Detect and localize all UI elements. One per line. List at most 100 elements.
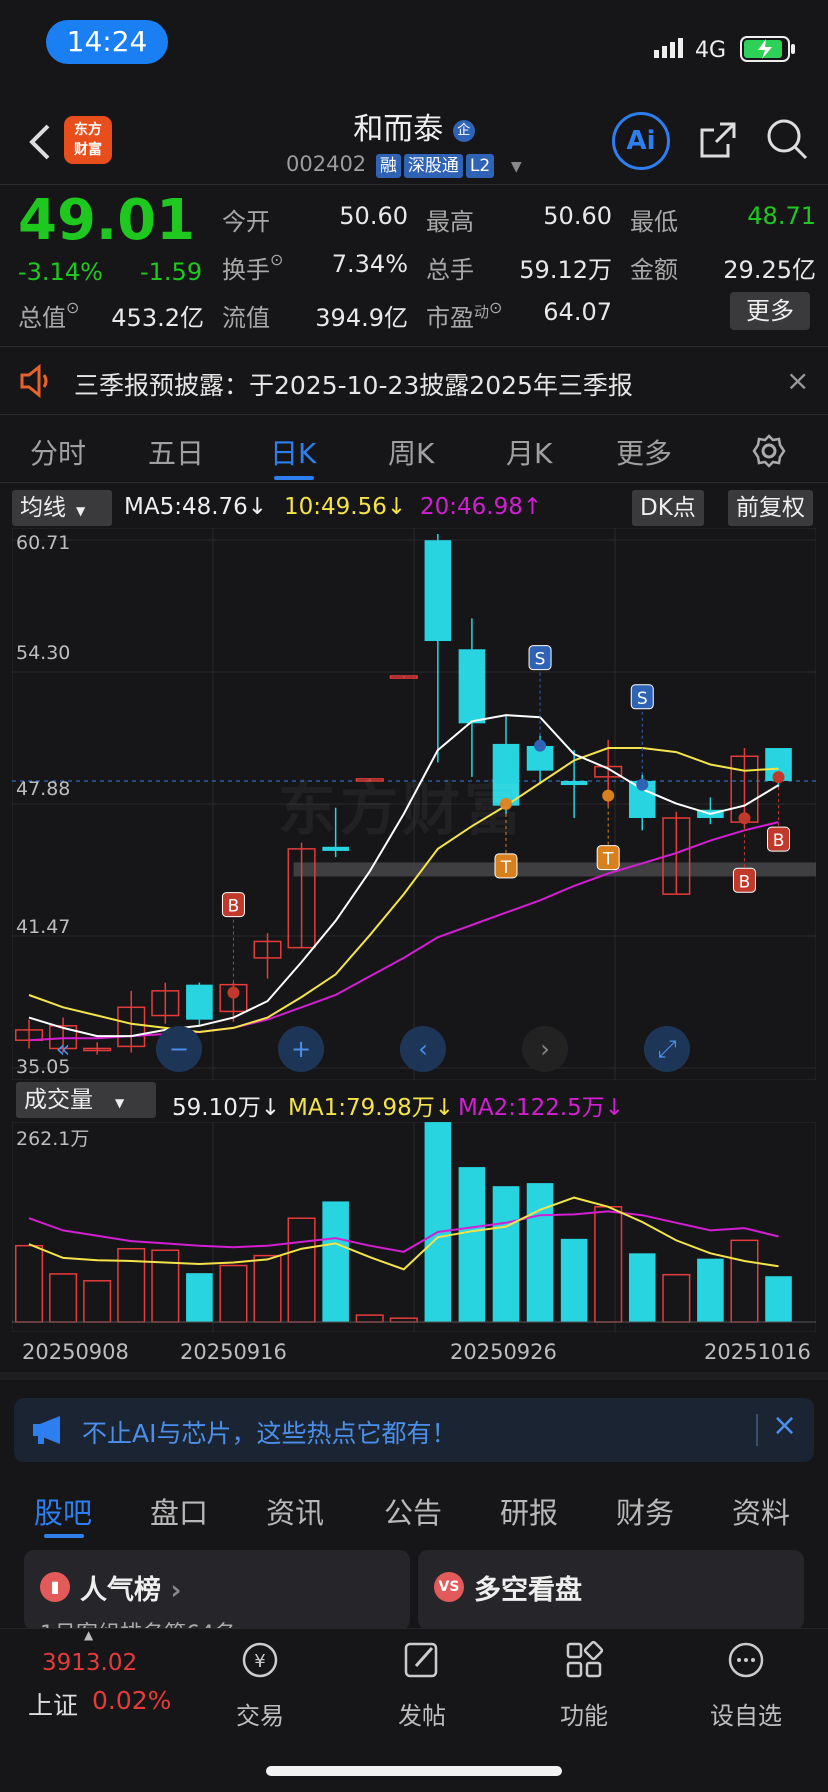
volume-value: 59.10万↓: [172, 1095, 281, 1121]
next-icon[interactable]: ›: [522, 1026, 568, 1072]
info-icon[interactable]: ⊙: [66, 298, 79, 317]
footer-trade[interactable]: 交易: [200, 1696, 320, 1731]
volume-bar: [355, 1314, 384, 1323]
tab-monthly-k[interactable]: 月K: [506, 432, 552, 472]
vol-ma1-line: [28, 1196, 779, 1271]
volume-chart[interactable]: [12, 1122, 816, 1332]
label-market-cap-text: 总值: [18, 304, 66, 332]
ai-icon[interactable]: Ai: [612, 112, 670, 170]
zoom-out-icon[interactable]: −: [156, 1026, 202, 1072]
volume-bar: [219, 1264, 248, 1323]
card-title-text: 人气榜: [80, 1575, 161, 1606]
divider: [0, 414, 828, 415]
signal-label: T: [602, 850, 614, 870]
tab-more[interactable]: 更多: [616, 432, 672, 472]
divider: [0, 184, 828, 185]
signal-label: B: [773, 831, 785, 851]
close-icon[interactable]: ×: [772, 1408, 797, 1443]
candle-body: [458, 649, 486, 724]
tab-weekly-k[interactable]: 周K: [388, 432, 434, 472]
volume-bar: [697, 1258, 724, 1322]
footer-post[interactable]: 发帖: [362, 1696, 482, 1731]
card-title: 人气榜 ›: [80, 1568, 182, 1607]
tag-connect: 深股通: [403, 154, 463, 178]
promo-divider: [756, 1414, 758, 1446]
promo-banner[interactable]: 不止AI与芯片，这些热点它都有！ ×: [14, 1398, 814, 1462]
index-pct[interactable]: 0.02%: [92, 1686, 171, 1715]
label-market-cap: 总值⊙: [18, 298, 79, 333]
chevron-down-icon[interactable]: ▼: [511, 159, 522, 175]
value-float-cap: 394.9亿: [315, 304, 408, 332]
search-icon[interactable]: [764, 116, 812, 168]
share-icon[interactable]: [696, 118, 740, 166]
label-pe-text: 市盈: [426, 304, 474, 332]
tag-l2: L2: [465, 154, 495, 178]
trade-icon[interactable]: ¥: [240, 1640, 280, 1680]
speaker-icon: [18, 363, 54, 402]
chevron-right-icon: ›: [161, 1575, 182, 1606]
tab-finance[interactable]: 财务: [616, 1490, 674, 1532]
volume-bar: [594, 1206, 623, 1323]
battery-icon: [740, 36, 796, 62]
scroll-left-icon[interactable]: «: [40, 1026, 86, 1072]
adjust-button[interactable]: 前复权: [728, 490, 813, 526]
footer-functions[interactable]: 功能: [524, 1696, 644, 1731]
index-name[interactable]: 上证: [28, 1686, 78, 1722]
signal-label: S: [637, 689, 648, 709]
ma-select[interactable]: 均线 ▼: [12, 490, 112, 526]
tab-intraday[interactable]: 分时: [30, 432, 86, 472]
tab-profile[interactable]: 资料: [732, 1490, 790, 1532]
settings-icon[interactable]: [752, 434, 786, 472]
label-low: 最低: [630, 208, 678, 236]
axis-label-max: 60.71: [16, 532, 71, 554]
post-icon[interactable]: [402, 1640, 442, 1680]
volume-bar: [186, 1273, 213, 1322]
info-icon[interactable]: ⊙: [270, 250, 283, 269]
tag-margin: 融: [375, 154, 401, 178]
tab-announcements[interactable]: 公告: [384, 1490, 442, 1532]
volume-bar: [765, 1276, 792, 1322]
volume-bar: [730, 1239, 759, 1323]
tab-five-day[interactable]: 五日: [148, 432, 204, 472]
tab-forum[interactable]: 股吧: [34, 1490, 92, 1532]
divider: [0, 482, 828, 483]
watermark: 东方财富: [278, 775, 527, 843]
current-price: 49.01: [18, 188, 196, 253]
signal-label: B: [739, 872, 751, 892]
notice-text[interactable]: 三季报预披露：于2025-10-23披露2025年三季报: [74, 366, 633, 402]
label-open: 今开: [222, 208, 270, 236]
megaphone-icon: [30, 1414, 66, 1450]
network-label: 4G: [694, 38, 726, 63]
zoom-in-icon[interactable]: +: [278, 1026, 324, 1072]
signal-dot: [738, 812, 751, 825]
tab-research[interactable]: 研报: [500, 1490, 558, 1532]
dk-point-button[interactable]: DK点: [632, 490, 704, 526]
tab-news[interactable]: 资讯: [266, 1490, 324, 1532]
functions-icon[interactable]: [564, 1640, 604, 1680]
volume-select-label: 成交量: [24, 1087, 93, 1113]
value-low: 48.71: [747, 202, 816, 230]
fullscreen-icon[interactable]: ⤢: [644, 1026, 690, 1072]
value-pe: 64.07: [543, 298, 612, 326]
more-button[interactable]: 更多: [730, 292, 810, 330]
value-open: 50.60: [339, 202, 408, 230]
index-value[interactable]: 3913.02: [42, 1650, 137, 1676]
prev-icon[interactable]: ‹: [400, 1026, 446, 1072]
vs-icon: VS: [434, 1572, 464, 1602]
watchlist-icon[interactable]: [726, 1640, 766, 1680]
volume-select[interactable]: 成交量 ▼: [16, 1082, 156, 1118]
volume-bar: [628, 1253, 656, 1322]
close-icon[interactable]: ×: [786, 364, 809, 397]
tab-daily-k[interactable]: 日K: [270, 432, 316, 472]
stock-name: 和而泰: [353, 112, 444, 147]
ma10-value: 10:49.56↓: [284, 494, 407, 520]
axis-label-3: 47.88: [16, 778, 71, 800]
tab-orderbook[interactable]: 盘口: [150, 1490, 208, 1532]
bull-bear-card[interactable]: VS 多空看盘: [418, 1550, 804, 1630]
footer-watchlist[interactable]: 设自选: [686, 1696, 806, 1731]
change-pct: -3.14%: [18, 258, 103, 286]
volume-bar: [424, 1122, 452, 1322]
volume-bar: [322, 1201, 349, 1322]
popularity-card[interactable]: ▮ 人气榜 › 1月客组排名第64名: [24, 1550, 410, 1647]
volume-bar: [14, 1244, 44, 1323]
